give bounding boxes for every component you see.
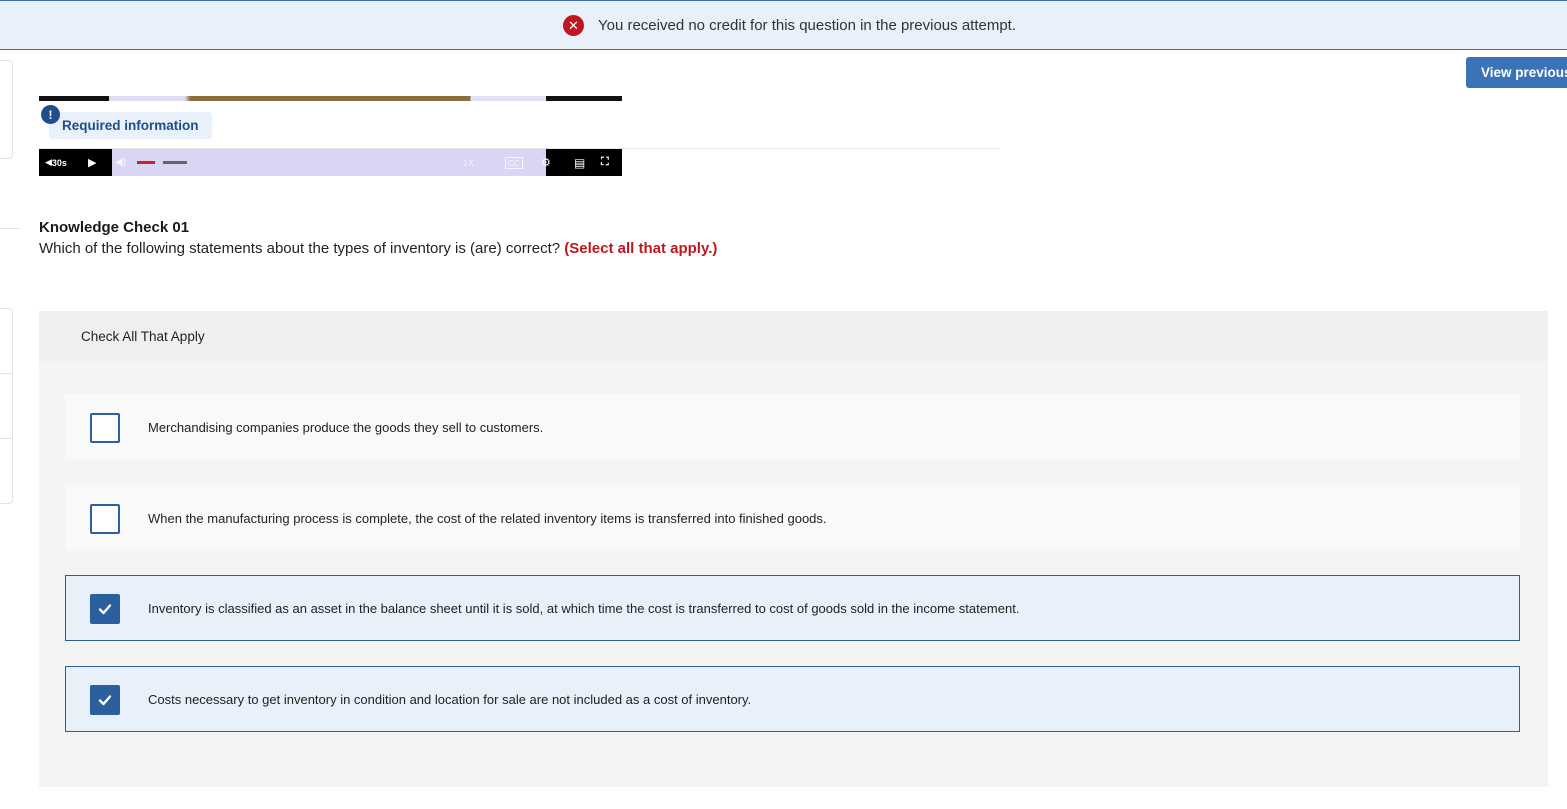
fullscreen-icon[interactable]: ⛶ — [601, 149, 609, 176]
volume-track[interactable] — [163, 161, 187, 164]
volume-icon[interactable]: ◀) — [115, 149, 126, 176]
checkbox-unchecked[interactable] — [90, 504, 120, 534]
question-prompt: Which of the following statements about … — [39, 240, 717, 257]
video-player-controls: ◀ 30s ▶ ◀) 1X CC ⚙ ▤ ⛶ — [39, 149, 622, 176]
answer-option-text: Inventory is classified as an asset in t… — [148, 600, 1020, 616]
answer-option-text: Costs necessary to get inventory in cond… — [148, 691, 752, 707]
playback-speed-button[interactable]: 1X — [463, 149, 474, 176]
left-gutter-divider — [0, 373, 12, 374]
feedback-banner: ✕ You received no credit for this questi… — [0, 0, 1567, 50]
skip-back-label: 30s — [51, 157, 67, 168]
settings-gear-icon[interactable]: ⚙ — [541, 149, 551, 176]
video-frame — [39, 96, 622, 101]
checkbox-unchecked[interactable] — [90, 413, 120, 443]
closed-captions-icon[interactable]: CC — [505, 157, 523, 169]
checkmark-icon — [98, 604, 112, 615]
left-gutter-panel — [0, 60, 13, 159]
banner-message: You received no credit for this question… — [597, 16, 1017, 34]
checkbox-checked[interactable] — [90, 685, 120, 715]
answer-option[interactable]: Merchandising companies produce the good… — [65, 394, 1520, 460]
error-x-icon: ✕ — [562, 14, 584, 36]
left-gutter-panel — [0, 308, 13, 504]
left-gutter-divider — [0, 438, 12, 439]
alert-icon: ! — [41, 105, 60, 124]
answer-option-text: Merchandising companies produce the good… — [148, 419, 544, 435]
select-hint: (Select all that apply.) — [564, 240, 718, 257]
answer-instructions: Check All That Apply — [81, 328, 205, 344]
view-previous-button[interactable]: View previous — [1466, 57, 1567, 88]
play-icon[interactable]: ▶ — [88, 149, 96, 176]
checkbox-checked[interactable] — [90, 594, 120, 624]
required-information-label[interactable]: Required information — [49, 112, 212, 139]
left-gutter-divider — [0, 228, 20, 229]
question-text: Which of the following statements about … — [39, 240, 561, 257]
volume-slider[interactable] — [137, 161, 155, 164]
answer-option[interactable]: When the manufacturing process is comple… — [65, 485, 1520, 551]
answer-panel: Check All That Apply Merchandising compa… — [39, 311, 1548, 787]
banner-content: ✕ You received no credit for this questi… — [562, 14, 1017, 36]
transcript-icon[interactable]: ▤ — [574, 149, 585, 176]
checkmark-icon — [98, 695, 112, 706]
answer-option-text: When the manufacturing process is comple… — [148, 510, 827, 526]
answer-option-selected[interactable]: Costs necessary to get inventory in cond… — [65, 666, 1520, 732]
answer-option-selected[interactable]: Inventory is classified as an asset in t… — [65, 575, 1520, 641]
question-title: Knowledge Check 01 — [39, 219, 190, 236]
skip-back-button[interactable]: ◀ 30s — [45, 149, 67, 176]
answer-panel-header: Check All That Apply — [39, 311, 1548, 361]
